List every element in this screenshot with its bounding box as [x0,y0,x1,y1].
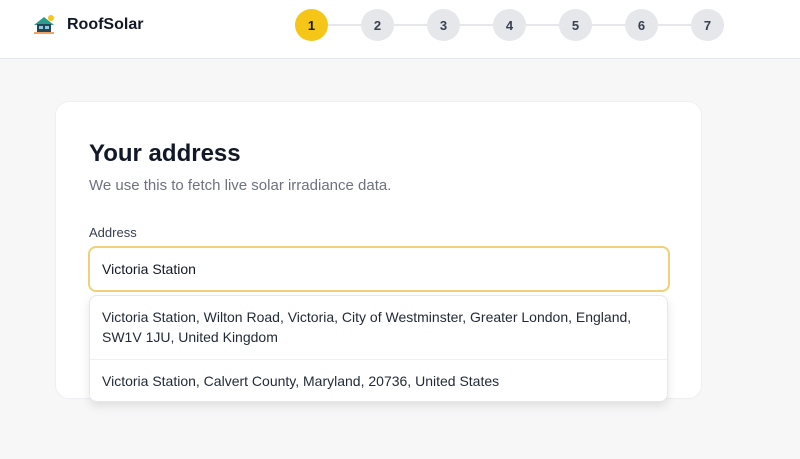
step-connector [658,24,691,26]
address-input[interactable] [88,246,670,292]
step-3[interactable]: 3 [427,9,460,41]
step-6[interactable]: 6 [625,9,658,41]
address-label: Address [89,225,137,240]
step-connector [328,24,361,26]
page-title: Your address [89,140,241,167]
suggestion-item[interactable]: Victoria Station, Calvert County, Maryla… [90,371,667,391]
brand-name: RoofSolar [67,16,144,33]
step-4[interactable]: 4 [493,9,526,41]
step-connector [592,24,625,26]
step-7[interactable]: 7 [691,9,724,41]
suggestion-divider [90,359,667,360]
step-5[interactable]: 5 [559,9,592,41]
step-connector [460,24,493,26]
address-suggestions-dropdown: Victoria Station, Wilton Road, Victoria,… [89,295,668,402]
step-connector [526,24,559,26]
page-subtitle: We use this to fetch live solar irradian… [89,177,392,194]
top-header: RoofSolar 1 2 3 4 5 6 7 [0,0,800,59]
suggestion-item[interactable]: Victoria Station, Wilton Road, Victoria,… [90,307,667,347]
step-1[interactable]: 1 [295,9,328,41]
progress-stepper: 1 2 3 4 5 6 7 [295,9,724,41]
step-2[interactable]: 2 [361,9,394,41]
step-connector [394,24,427,26]
house-solar-logo-icon [34,15,54,34]
